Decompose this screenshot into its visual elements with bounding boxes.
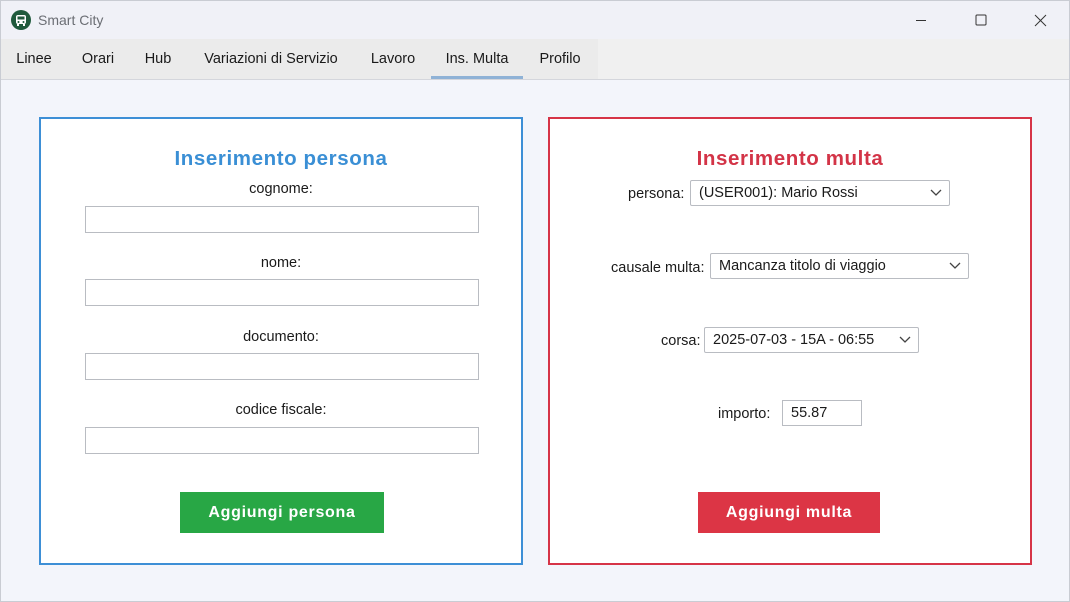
cognome-label: cognome: [249,181,313,197]
documento-label: documento: [243,329,319,345]
documento-input[interactable] [85,353,479,380]
multa-panel: Inserimento multa persona: (USER001): Ma… [548,117,1032,565]
bus-icon [11,10,31,30]
chevron-down-icon [899,336,911,343]
chevron-down-icon [949,262,961,269]
multa-panel-title: Inserimento multa [696,147,884,170]
tab-ins-multa[interactable]: Ins. Multa [431,39,523,79]
causale-multa-select-value: Mancanza titolo di viaggio [719,258,886,274]
close-icon [1034,14,1046,26]
tab-hub[interactable]: Hub [134,39,182,79]
persona-panel-title: Inserimento persona [174,147,388,170]
tab-bar: Linee Orari Hub Variazioni di Servizio L… [1,39,1069,80]
tab-orari[interactable]: Orari [71,39,125,79]
chevron-down-icon [930,189,942,196]
importo-label: importo: [718,406,771,422]
persona-panel: Inserimento persona cognome: nome: docum… [39,117,523,565]
codice-fiscale-input[interactable] [85,427,479,454]
nome-input[interactable] [85,279,479,306]
cognome-input[interactable] [85,206,479,233]
tab-variazioni-di-servizio[interactable]: Variazioni di Servizio [191,39,351,79]
app-window: Smart City Linee Orari Hub Variazioni di… [0,0,1070,602]
tab-lavoro[interactable]: Lavoro [360,39,426,79]
maximize-icon [975,14,987,26]
persona-select-value: (USER001): Mario Rossi [699,185,858,201]
importo-input[interactable]: 55.87 [782,400,862,426]
codice-fiscale-label: codice fiscale: [235,402,327,418]
causale-multa-select[interactable]: Mancanza titolo di viaggio [710,253,969,279]
maximize-button[interactable] [958,1,1004,39]
aggiungi-multa-button[interactable]: Aggiungi multa [698,492,880,533]
title-bar[interactable]: Smart City [1,1,1069,39]
persona-label: persona: [628,186,685,202]
close-button[interactable] [1017,1,1063,39]
causale-multa-label: causale multa: [611,260,705,276]
persona-select[interactable]: (USER001): Mario Rossi [690,180,950,206]
corsa-select[interactable]: 2025-07-03 - 15A - 06:55 [704,327,919,353]
nome-label: nome: [260,255,302,271]
window-title: Smart City [38,12,104,28]
minimize-button[interactable] [898,1,944,39]
tab-linee[interactable]: Linee [5,39,63,79]
minimize-icon [916,20,926,21]
importo-value: 55.87 [791,405,828,421]
tab-profilo[interactable]: Profilo [527,39,593,79]
aggiungi-persona-button[interactable]: Aggiungi persona [180,492,384,533]
corsa-select-value: 2025-07-03 - 15A - 06:55 [713,332,875,348]
corsa-label: corsa: [661,333,701,349]
